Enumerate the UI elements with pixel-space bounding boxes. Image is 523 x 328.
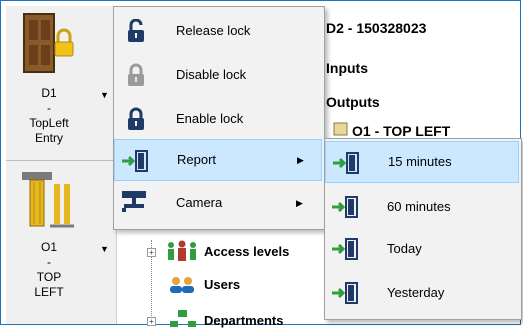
- unlocked-padlock-icon: [128, 19, 144, 42]
- submenu-item-15-minutes[interactable]: 15 minutes: [325, 141, 519, 183]
- inputs-label[interactable]: Inputs: [326, 60, 368, 76]
- expand-departments-icon[interactable]: +: [147, 317, 156, 326]
- submenu-arrow-icon: ▶: [296, 198, 303, 208]
- outputs-label[interactable]: Outputs: [326, 94, 380, 110]
- submenu-arrow-icon: ▶: [297, 155, 304, 165]
- door-report-icon: [332, 238, 358, 260]
- camera-icon: [122, 191, 146, 212]
- tree-item-access-levels[interactable]: Access levels: [204, 244, 289, 259]
- output-item-label[interactable]: O1 - TOP LEFT: [352, 123, 450, 139]
- door-report-icon: [122, 150, 148, 172]
- menu-item-camera[interactable]: Camera ▶: [114, 183, 322, 223]
- tree-item-users[interactable]: Users: [204, 277, 240, 292]
- device-d1-name: D1 - TopLeft Entry: [29, 86, 69, 145]
- users-icon: [170, 277, 194, 293]
- device-o1-name: O1 - TOP LEFT: [34, 240, 64, 299]
- device-o1-dropdown-arrow[interactable]: ▼: [100, 242, 109, 257]
- door-locked-icon: [23, 13, 74, 73]
- door-report-icon: [333, 152, 359, 174]
- door-report-icon: [332, 282, 358, 304]
- tree-item-departments[interactable]: Departments: [204, 313, 283, 328]
- device-d1-dropdown-arrow[interactable]: ▼: [100, 88, 109, 103]
- menu-item-release-lock[interactable]: Release lock: [114, 11, 322, 51]
- menu-item-report[interactable]: Report ▶: [114, 139, 322, 181]
- device-panel: D1 - TopLeft Entry ▼ O1 - TOP LEFT ▼: [6, 6, 117, 324]
- access-levels-icon: [168, 240, 196, 261]
- submenu-item-60-minutes[interactable]: 60 minutes: [325, 187, 519, 227]
- departments-icon: [170, 310, 196, 327]
- context-menu: Release lock Disable lock Enable lock Re…: [113, 6, 325, 230]
- locked-padlock-icon: [128, 107, 144, 130]
- door-title: D2 - 150328023: [326, 20, 427, 36]
- expand-access-levels-icon[interactable]: +: [147, 248, 156, 257]
- menu-item-disable-lock[interactable]: Disable lock: [114, 55, 322, 95]
- submenu-item-today[interactable]: Today: [325, 229, 519, 269]
- report-submenu: 15 minutes 60 minutes Today Yesterday: [324, 138, 522, 320]
- menu-item-enable-lock[interactable]: Enable lock: [114, 99, 322, 139]
- disabled-padlock-icon: [128, 63, 144, 86]
- output-relay-icon: [22, 172, 74, 228]
- submenu-item-yesterday[interactable]: Yesterday: [325, 273, 519, 313]
- output-icon: [333, 122, 348, 136]
- door-report-icon: [332, 196, 358, 218]
